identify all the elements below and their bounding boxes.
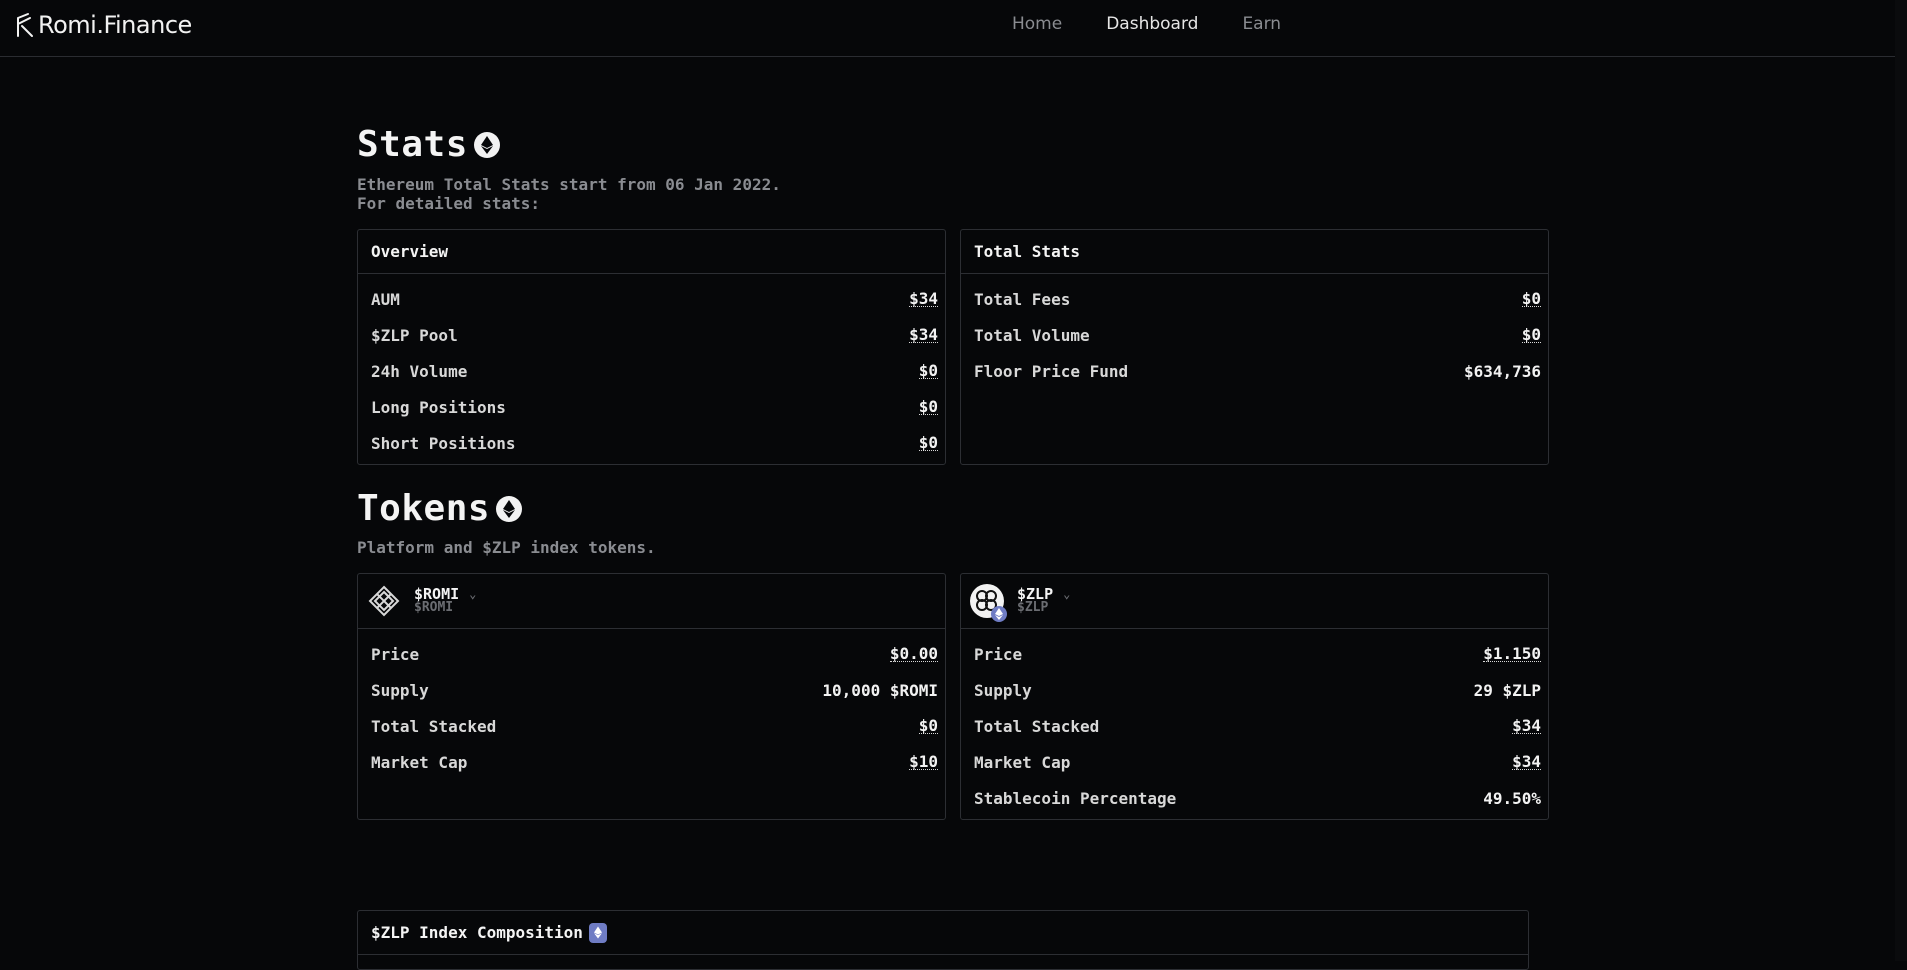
row-value[interactable]: $10: [909, 754, 938, 770]
row-value[interactable]: $0: [918, 718, 938, 734]
overview-row-long-positions: Long Positions $0: [358, 389, 945, 425]
top-navbar: Romi.Finance Home Dashboard Earn: [0, 0, 1907, 57]
row-value[interactable]: $0: [918, 435, 938, 451]
row-value[interactable]: $34: [1512, 718, 1541, 734]
romi-row-price: Price $0.00: [358, 636, 945, 672]
stats-title-wrap: Stats: [357, 124, 500, 165]
row-value[interactable]: $0: [1521, 291, 1541, 307]
row-value[interactable]: $34: [909, 291, 938, 307]
ethereum-icon: [473, 131, 500, 158]
row-label: $ZLP Pool: [371, 325, 458, 345]
row-label: Price: [974, 644, 1023, 664]
zlp-token-icon: [969, 583, 1007, 622]
zlp-rows: Price $1.150 Supply 29 $ZLP Total Stacke…: [961, 629, 1548, 816]
zlp-composition-card: $ZLP Index Composition: [357, 910, 1529, 970]
row-label: Total Fees: [974, 289, 1071, 309]
row-label: Market Cap: [974, 752, 1071, 772]
tokens-title: Tokens: [357, 488, 491, 529]
row-label: Total Stacked: [974, 716, 1100, 736]
total-stats-card: Total Stats Total Fees $0 Total Volume $…: [960, 229, 1549, 465]
tokens-title-wrap: Tokens: [357, 488, 523, 529]
total-stats-rows: Total Fees $0 Total Volume $0 Floor Pric…: [961, 274, 1548, 389]
row-label: Total Volume: [974, 325, 1090, 345]
row-value[interactable]: $34: [1512, 754, 1541, 770]
row-value[interactable]: $0.00: [889, 646, 938, 662]
romi-logo-icon: [17, 13, 33, 37]
zlp-row-market-cap: Market Cap $34: [961, 744, 1548, 780]
overview-row-short-positions: Short Positions $0: [358, 425, 945, 461]
page-scrollbar[interactable]: [1895, 0, 1907, 961]
overview-row-zlp-pool: $ZLP Pool $34: [358, 317, 945, 353]
row-label: Supply: [371, 680, 429, 700]
zlp-token-name: $ZLP ⌄ $ZLP: [1017, 587, 1070, 615]
row-value[interactable]: $1.150: [1483, 646, 1541, 662]
zlp-symbol: $ZLP: [1017, 600, 1049, 615]
total-row-floor-price-fund: Floor Price Fund $634,736: [961, 353, 1548, 389]
row-label: Floor Price Fund: [974, 361, 1129, 381]
row-value: 10,000 $ROMI: [822, 680, 938, 700]
row-value[interactable]: $34: [909, 327, 938, 343]
nav-home[interactable]: Home: [1012, 14, 1062, 34]
row-value[interactable]: $0: [918, 363, 938, 379]
zlp-row-supply: Supply 29 $ZLP: [961, 672, 1548, 708]
row-label: AUM: [371, 289, 400, 309]
logo[interactable]: Romi.Finance: [14, 10, 192, 40]
stats-subtitle-line2: For detailed stats:: [357, 194, 541, 213]
main-nav: Home Dashboard Earn: [1012, 14, 1281, 34]
total-stats-card-title: Total Stats: [961, 230, 1548, 274]
row-label: Supply: [974, 680, 1032, 700]
stats-title: Stats: [357, 124, 468, 165]
zlp-composition-title: $ZLP Index Composition: [371, 923, 583, 942]
overview-row-24h-volume: 24h Volume $0: [358, 353, 945, 389]
total-row-volume: Total Volume $0: [961, 317, 1548, 353]
row-label: Price: [371, 644, 420, 664]
romi-token-card: $ROMI ⌄ $ROMI Price $0.00 Supply 10,000 …: [357, 573, 946, 820]
zlp-token-header[interactable]: $ZLP ⌄ $ZLP: [961, 574, 1548, 629]
zlp-row-price: Price $1.150: [961, 636, 1548, 672]
romi-symbol: $ROMI: [414, 600, 454, 615]
overview-card-title: Overview: [358, 230, 945, 274]
row-label: Total Stacked: [371, 716, 497, 736]
chevron-down-icon[interactable]: ⌄: [469, 588, 476, 601]
romi-token-name: $ROMI ⌄ $ROMI: [414, 587, 476, 615]
row-label: Market Cap: [371, 752, 468, 772]
row-label: 24h Volume: [371, 361, 468, 381]
zlp-token-card: $ZLP ⌄ $ZLP Price $1.150 Supply 29 $ZLP …: [960, 573, 1549, 820]
romi-row-total-stacked: Total Stacked $0: [358, 708, 945, 744]
tokens-subtitle: Platform and $ZLP index tokens.: [357, 538, 656, 557]
stats-subtitle: Ethereum Total Stats start from 06 Jan 2…: [357, 175, 781, 213]
ethereum-icon: [496, 495, 523, 522]
romi-rows: Price $0.00 Supply 10,000 $ROMI Total St…: [358, 629, 945, 780]
row-value[interactable]: $0: [1521, 327, 1541, 343]
overview-row-aum: AUM $34: [358, 281, 945, 317]
row-label: Stablecoin Percentage: [974, 788, 1177, 808]
row-value: $634,736: [1463, 361, 1541, 381]
row-label: Short Positions: [371, 433, 516, 453]
ethereum-icon: [588, 922, 607, 943]
logo-text: Romi.Finance: [38, 11, 192, 39]
row-value[interactable]: $0: [918, 399, 938, 415]
romi-token-header[interactable]: $ROMI ⌄ $ROMI: [358, 574, 945, 629]
stats-subtitle-line1: Ethereum Total Stats start from 06 Jan 2…: [357, 175, 781, 194]
row-value: 29 $ZLP: [1473, 680, 1541, 700]
nav-dashboard[interactable]: Dashboard: [1106, 14, 1198, 34]
total-row-fees: Total Fees $0: [961, 281, 1548, 317]
overview-rows: AUM $34 $ZLP Pool $34 24h Volume $0 Long…: [358, 274, 945, 461]
row-label: Long Positions: [371, 397, 506, 417]
chevron-down-icon[interactable]: ⌄: [1063, 588, 1070, 601]
romi-knot-icon: [366, 583, 402, 619]
zlp-row-total-stacked: Total Stacked $34: [961, 708, 1548, 744]
row-value: 49.50%: [1483, 788, 1541, 808]
zlp-composition-header: $ZLP Index Composition: [358, 911, 1528, 955]
romi-row-supply: Supply 10,000 $ROMI: [358, 672, 945, 708]
romi-row-market-cap: Market Cap $10: [358, 744, 945, 780]
overview-card: Overview AUM $34 $ZLP Pool $34 24h Volum…: [357, 229, 946, 465]
nav-earn[interactable]: Earn: [1242, 14, 1281, 34]
zlp-row-stablecoin-percentage: Stablecoin Percentage 49.50%: [961, 780, 1548, 816]
